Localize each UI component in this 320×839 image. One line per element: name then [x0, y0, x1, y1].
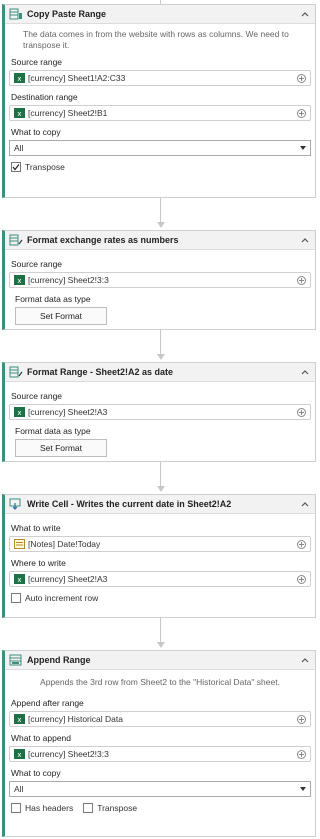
write-cell-icon [9, 498, 23, 510]
what-to-append-value: [currency] Sheet2!3:3 [28, 749, 109, 759]
excel-icon: x [14, 108, 25, 118]
card-header[interactable]: Append Range [5, 651, 315, 670]
what-to-append-field[interactable]: x [currency] Sheet2!3:3 [9, 746, 311, 762]
what-to-copy-label: What to copy [11, 127, 61, 137]
destination-range-label: Destination range [11, 92, 78, 102]
svg-text:x: x [17, 716, 21, 724]
source-range-field[interactable]: x [currency] Sheet2!A3 [9, 404, 311, 420]
transpose-checkbox[interactable] [11, 162, 21, 172]
chevron-up-icon[interactable] [299, 8, 311, 20]
auto-increment-option[interactable]: Auto increment row [11, 593, 311, 603]
add-variable-icon[interactable] [297, 749, 306, 759]
transpose-checkbox[interactable] [83, 803, 94, 813]
add-variable-icon[interactable] [297, 275, 306, 285]
append-range-card[interactable]: Append Range Appends the 3rd row from Sh… [2, 650, 316, 837]
add-variable-icon[interactable] [297, 108, 306, 118]
where-to-write-field[interactable]: x [currency] Sheet2!A3 [9, 571, 311, 587]
card-header[interactable]: Format Range - Sheet2!A2 as date [5, 363, 315, 382]
excel-icon: x [14, 407, 25, 417]
destination-range-field[interactable]: x [currency] Sheet2!B1 [9, 105, 311, 121]
add-variable-icon[interactable] [297, 714, 306, 724]
source-range-value: [currency] Sheet2!3:3 [28, 275, 109, 285]
card-title: Format Range - Sheet2!A2 as date [27, 367, 174, 377]
dropdown-caret-icon [300, 787, 306, 791]
append-icon [9, 654, 23, 666]
transpose-label: Transpose [25, 162, 65, 172]
set-format-button[interactable]: Set Format [15, 439, 107, 457]
what-to-write-value: [Notes] Date!Today [28, 539, 101, 549]
excel-icon: x [14, 714, 25, 724]
destination-range-value: [currency] Sheet2!B1 [28, 108, 108, 118]
transpose-label: Transpose [97, 803, 138, 813]
card-title: Write Cell - Writes the current date in … [27, 499, 232, 509]
card-header[interactable]: Format exchange rates as numbers [5, 231, 315, 250]
what-to-copy-value: All [14, 784, 24, 794]
card-title: Format exchange rates as numbers [27, 235, 179, 245]
svg-text:x: x [17, 751, 21, 759]
append-after-value: [currency] Historical Data [28, 714, 123, 724]
append-after-label: Append after range [11, 698, 84, 708]
where-to-write-label: Where to write [11, 558, 66, 568]
format-type-label: Format data as type [15, 426, 91, 436]
add-variable-icon[interactable] [297, 539, 306, 549]
auto-increment-checkbox[interactable] [11, 593, 21, 603]
card-title: Append Range [27, 655, 91, 665]
svg-text:x: x [17, 277, 21, 285]
what-to-write-label: What to write [11, 523, 61, 533]
card-title: Copy Paste Range [27, 9, 107, 19]
format-icon [9, 234, 23, 246]
card-header[interactable]: Copy Paste Range [5, 5, 315, 24]
card-description: Appends the 3rd row from Sheet2 to the "… [40, 677, 280, 687]
chevron-up-icon[interactable] [299, 654, 311, 666]
format-numbers-card[interactable]: Format exchange rates as numbers Source … [2, 230, 316, 330]
source-range-field[interactable]: x [currency] Sheet1!A2:C33 [9, 70, 311, 86]
source-range-value: [currency] Sheet1!A2:C33 [28, 73, 126, 83]
format-date-card[interactable]: Format Range - Sheet2!A2 as date Source … [2, 362, 316, 462]
svg-text:x: x [17, 576, 21, 584]
svg-text:x: x [17, 409, 21, 417]
what-to-write-field[interactable]: [Notes] Date!Today [9, 536, 311, 552]
add-variable-icon[interactable] [297, 73, 306, 83]
chevron-up-icon[interactable] [299, 234, 311, 246]
card-header[interactable]: Write Cell - Writes the current date in … [5, 495, 315, 514]
source-range-label: Source range [11, 57, 63, 67]
append-options: Has headers Transpose [11, 803, 311, 813]
transpose-option[interactable]: Transpose [11, 162, 311, 172]
excel-icon: x [14, 749, 25, 759]
copy-paste-range-card[interactable]: Copy Paste Range The data comes in from … [2, 4, 316, 198]
add-variable-icon[interactable] [297, 574, 306, 584]
range-icon [9, 8, 23, 20]
svg-text:x: x [17, 110, 21, 118]
card-description: The data comes in from the website with … [23, 29, 289, 50]
has-headers-checkbox[interactable] [11, 803, 21, 813]
source-range-label: Source range [11, 391, 63, 401]
set-format-button[interactable]: Set Format [15, 307, 107, 325]
append-after-field[interactable]: x [currency] Historical Data [9, 711, 311, 727]
what-to-copy-select[interactable]: All [9, 140, 311, 156]
chevron-up-icon[interactable] [299, 498, 311, 510]
what-to-copy-select[interactable]: All [9, 781, 311, 797]
source-range-label: Source range [11, 259, 63, 269]
format-type-label: Format data as type [15, 294, 91, 304]
format-icon [9, 366, 23, 378]
source-range-value: [currency] Sheet2!A3 [28, 407, 108, 417]
has-headers-label: Has headers [25, 803, 74, 813]
chevron-up-icon[interactable] [299, 366, 311, 378]
where-to-write-value: [currency] Sheet2!A3 [28, 574, 108, 584]
what-to-copy-value: All [14, 143, 24, 153]
auto-increment-label: Auto increment row [25, 593, 99, 603]
excel-icon: x [14, 73, 25, 83]
add-variable-icon[interactable] [297, 407, 306, 417]
source-range-field[interactable]: x [currency] Sheet2!3:3 [9, 272, 311, 288]
excel-icon: x [14, 275, 25, 285]
svg-text:x: x [17, 75, 21, 83]
write-cell-card[interactable]: Write Cell - Writes the current date in … [2, 494, 316, 618]
what-to-copy-label: What to copy [11, 768, 61, 778]
notes-icon [14, 539, 25, 549]
dropdown-caret-icon [300, 146, 306, 150]
excel-icon: x [14, 574, 25, 584]
what-to-append-label: What to append [11, 733, 72, 743]
